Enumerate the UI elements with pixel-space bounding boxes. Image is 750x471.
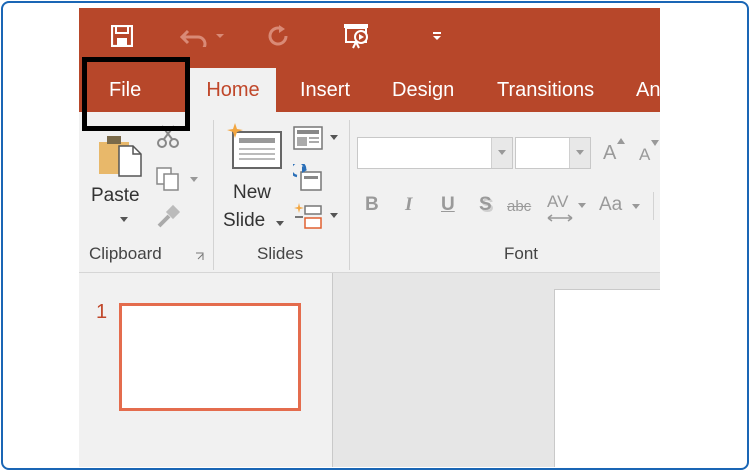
present-icon[interactable] — [341, 22, 373, 50]
ribbon-home: Paste Clipboard New Slide Slides A A B I… — [79, 112, 660, 273]
paste-label: Paste — [91, 185, 140, 206]
shadow-button[interactable]: S — [479, 194, 492, 216]
format-painter-button[interactable] — [155, 204, 183, 230]
chevron-down-icon — [330, 135, 338, 140]
font-size-dropdown[interactable] — [515, 137, 591, 169]
clipboard-group-label: Clipboard — [89, 244, 162, 263]
change-case-button[interactable]: Aa — [599, 192, 643, 222]
tab-animations[interactable]: An — [636, 68, 660, 112]
underline-button[interactable]: U — [441, 194, 455, 216]
copy-button[interactable] — [155, 166, 199, 192]
clipboard-icon — [99, 136, 142, 177]
chevron-down-icon — [576, 150, 584, 155]
font-name-dropdown-arrow[interactable] — [491, 138, 512, 168]
reset-button[interactable] — [289, 160, 323, 192]
change-case-label: Aa — [599, 194, 623, 215]
layout-icon — [293, 126, 323, 150]
section-button[interactable] — [293, 202, 341, 230]
chevron-down-icon — [120, 217, 128, 222]
section-icon — [294, 203, 322, 229]
caret-up-icon — [617, 138, 625, 144]
caret-down-icon — [651, 140, 659, 146]
slide-thumbnail[interactable] — [119, 303, 301, 411]
chevron-down-icon — [632, 204, 640, 209]
font-name-dropdown[interactable] — [357, 137, 513, 169]
new-slide-icon — [227, 123, 282, 169]
chevron-down-icon — [190, 177, 198, 182]
grow-font-button[interactable]: A — [603, 142, 616, 165]
italic-button[interactable]: I — [405, 194, 412, 216]
shrink-font-button[interactable]: A — [639, 145, 650, 165]
paste-button[interactable]: Paste — [89, 120, 149, 235]
new-slide-label-line2: Slide — [223, 210, 266, 231]
format-painter-icon — [157, 204, 181, 228]
slide-number: 1 — [96, 301, 108, 323]
inline-separator — [653, 192, 654, 220]
work-area: 1 — [79, 273, 660, 467]
dialog-launcher-icon[interactable] — [195, 252, 205, 262]
chevron-down-icon — [330, 213, 338, 218]
strikethrough-button[interactable]: abc — [507, 198, 531, 215]
tab-design[interactable]: Design — [392, 68, 454, 112]
font-size-dropdown-arrow[interactable] — [569, 138, 590, 168]
redo-icon[interactable] — [265, 22, 293, 50]
new-slide-button[interactable]: New Slide — [219, 120, 285, 240]
tab-transitions[interactable]: Transitions — [497, 68, 594, 112]
layout-button[interactable] — [293, 126, 341, 152]
slide-thumbnail-pane: 1 — [79, 273, 333, 467]
character-spacing-label: AV — [547, 192, 569, 211]
dropdown-caret-icon[interactable] — [213, 22, 227, 50]
chevron-down-icon — [276, 221, 284, 226]
group-separator — [213, 120, 214, 270]
save-icon[interactable] — [109, 22, 135, 50]
screenshot-frame: File Home Insert Design Transitions An P… — [1, 1, 749, 470]
bold-button[interactable]: B — [365, 194, 379, 216]
slides-group-label: Slides — [257, 244, 304, 263]
file-highlight-box — [82, 57, 190, 131]
character-spacing-button[interactable]: AV — [547, 192, 587, 222]
font-group-label: Font — [504, 244, 539, 263]
group-separator — [349, 120, 350, 270]
undo-icon[interactable] — [179, 22, 211, 50]
slide-canvas[interactable] — [554, 289, 660, 467]
powerpoint-window: File Home Insert Design Transitions An P… — [79, 8, 660, 467]
customize-caret-icon[interactable] — [429, 22, 445, 50]
tab-insert[interactable]: Insert — [300, 68, 350, 112]
new-slide-label-line1: New — [233, 182, 272, 203]
reset-icon — [289, 160, 322, 191]
chevron-down-icon — [498, 150, 506, 155]
copy-icon — [156, 167, 179, 191]
spacing-arrow-icon — [547, 214, 573, 222]
tab-home[interactable]: Home — [190, 68, 276, 112]
chevron-down-icon — [578, 203, 586, 208]
